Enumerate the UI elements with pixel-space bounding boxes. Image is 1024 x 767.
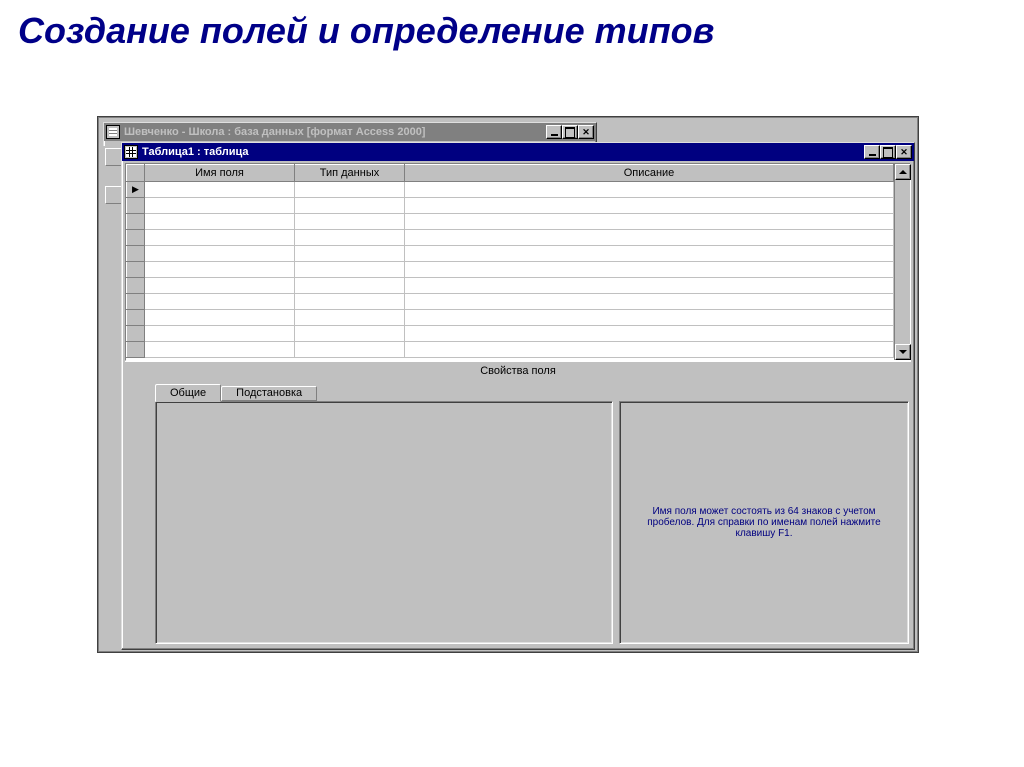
field-properties-pane[interactable]: Общие Подстановка — [155, 401, 613, 644]
cell-datatype[interactable] — [295, 198, 405, 214]
cell-datatype[interactable] — [295, 214, 405, 230]
cell-description[interactable] — [405, 246, 894, 262]
cell-fieldname[interactable] — [145, 342, 295, 358]
cell-datatype[interactable] — [295, 326, 405, 342]
row-selector[interactable] — [127, 246, 145, 262]
database-window-titlebar[interactable]: Шевченко - Школа : база данных [формат A… — [104, 123, 596, 141]
cell-fieldname[interactable] — [145, 214, 295, 230]
cell-description[interactable] — [405, 182, 894, 198]
scroll-up-button[interactable] — [895, 164, 911, 180]
row-selector[interactable]: ▶ — [127, 182, 145, 198]
database-icon — [106, 125, 120, 139]
cell-description[interactable] — [405, 262, 894, 278]
close-button[interactable] — [896, 145, 912, 159]
cell-datatype[interactable] — [295, 182, 405, 198]
row-selector[interactable] — [127, 230, 145, 246]
cell-fieldname[interactable] — [145, 326, 295, 342]
hint-pane: Имя поля может состоять из 64 знаков с у… — [619, 401, 909, 644]
hint-text: Имя поля может состоять из 64 знаков с у… — [638, 506, 890, 539]
minimize-button[interactable] — [864, 145, 880, 159]
close-button[interactable] — [578, 125, 594, 139]
column-header-description[interactable]: Описание — [405, 165, 894, 182]
field-grid[interactable]: Имя поля Тип данных Описание ▶ — [126, 164, 894, 360]
maximize-button[interactable] — [562, 125, 578, 139]
tab-lookup[interactable]: Подстановка — [221, 386, 317, 401]
table-icon — [124, 145, 138, 159]
row-selector[interactable] — [127, 310, 145, 326]
row-selector[interactable] — [127, 294, 145, 310]
column-header-datatype[interactable]: Тип данных — [295, 165, 405, 182]
row-selector[interactable] — [127, 342, 145, 358]
field-properties-area: Общие Подстановка Имя поля может состоят… — [125, 379, 911, 646]
database-window-title: Шевченко - Школа : база данных [формат A… — [124, 126, 425, 138]
cell-description[interactable] — [405, 230, 894, 246]
cell-fieldname[interactable] — [145, 198, 295, 214]
table-design-titlebar[interactable]: Таблица1 : таблица — [122, 143, 914, 161]
cell-datatype[interactable] — [295, 246, 405, 262]
page-title: Создание полей и определение типов — [0, 0, 1024, 66]
maximize-button[interactable] — [880, 145, 896, 159]
cell-fieldname[interactable] — [145, 246, 295, 262]
field-properties-header: Свойства поля — [125, 361, 911, 379]
row-selector-header — [127, 165, 145, 182]
cell-description[interactable] — [405, 294, 894, 310]
mdi-client-area: Шевченко - Школа : база данных [формат A… — [98, 117, 918, 652]
row-selector[interactable] — [127, 278, 145, 294]
minimize-button[interactable] — [546, 125, 562, 139]
column-header-fieldname[interactable]: Имя поля — [145, 165, 295, 182]
cell-fieldname[interactable] — [145, 294, 295, 310]
cell-description[interactable] — [405, 278, 894, 294]
cell-datatype[interactable] — [295, 294, 405, 310]
cell-datatype[interactable] — [295, 278, 405, 294]
cell-description[interactable] — [405, 310, 894, 326]
table-design-window[interactable]: Таблица1 : таблица Имя поля Тип данных О… — [121, 142, 915, 650]
cell-fieldname[interactable] — [145, 310, 295, 326]
cell-fieldname[interactable] — [145, 278, 295, 294]
cell-datatype[interactable] — [295, 230, 405, 246]
vertical-scrollbar[interactable] — [894, 164, 910, 360]
cell-datatype[interactable] — [295, 310, 405, 326]
field-grid-container: Имя поля Тип данных Описание ▶ — [125, 163, 911, 361]
table-design-title: Таблица1 : таблица — [142, 146, 249, 158]
row-selector[interactable] — [127, 262, 145, 278]
cell-description[interactable] — [405, 214, 894, 230]
table-design-area: Имя поля Тип данных Описание ▶ — [125, 163, 911, 646]
cell-description[interactable] — [405, 342, 894, 358]
cell-description[interactable] — [405, 198, 894, 214]
cell-datatype[interactable] — [295, 342, 405, 358]
row-selector[interactable] — [127, 198, 145, 214]
cell-fieldname[interactable] — [145, 182, 295, 198]
tab-general[interactable]: Общие — [155, 384, 221, 402]
row-selector[interactable] — [127, 214, 145, 230]
row-selector[interactable] — [127, 326, 145, 342]
cell-datatype[interactable] — [295, 262, 405, 278]
cell-fieldname[interactable] — [145, 262, 295, 278]
scroll-down-button[interactable] — [895, 344, 911, 360]
property-tabs: Общие Подстановка — [155, 384, 317, 401]
cell-description[interactable] — [405, 326, 894, 342]
cell-fieldname[interactable] — [145, 230, 295, 246]
